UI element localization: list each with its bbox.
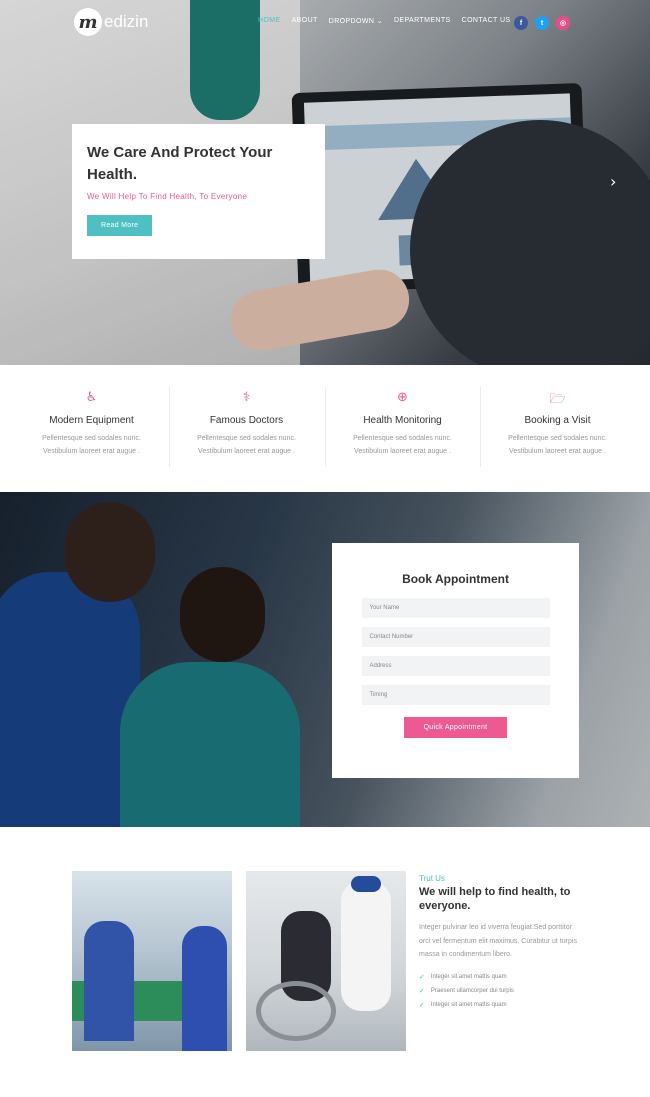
feature-text-line: Pellentesque sed sodales nunc. xyxy=(197,435,296,442)
photo-wheelchair xyxy=(256,981,336,1041)
feature-text-line: Vestibulum laoreet erat augue . xyxy=(43,448,140,455)
feature-text-line: Pellentesque sed sodales nunc. xyxy=(508,435,607,442)
list-item-text: Integer sit amet mattis quam xyxy=(430,973,507,980)
nav-item-home[interactable]: HOME xyxy=(258,17,281,25)
facebook-icon[interactable]: f xyxy=(514,16,528,30)
feature-text-line: Vestibulum laoreet erat augue . xyxy=(354,448,451,455)
feature-text: Pellentesque sed sodales nunc. Vestibulum… xyxy=(325,432,480,458)
quick-appointment-button[interactable]: Quick Appointment xyxy=(404,717,507,738)
feature-text: Pellentesque sed sodales nunc. Vestibulum… xyxy=(480,432,635,458)
timing-field[interactable]: Timing xyxy=(361,685,550,705)
feature-title: Booking a Visit xyxy=(524,415,591,426)
feature-text-line: Vestibulum laoreet erat augue . xyxy=(198,448,295,455)
surgery-photo xyxy=(72,871,232,1051)
hero-title: We Care And Protect Your Health. xyxy=(87,144,273,183)
photo-surgeon xyxy=(84,921,134,1041)
list-item: ✓ Praesent ullamcorper dui turpis xyxy=(419,984,579,998)
appointment-form: Book Appointment Your Name Contact Numbe… xyxy=(332,543,579,778)
feature-text: Pellentesque sed sodales nunc. Vestibulum… xyxy=(169,432,324,458)
nav-item-departments[interactable]: DEPARTMENTS xyxy=(394,17,451,25)
social-links: f t ◎ xyxy=(514,16,577,30)
feature-text-line: Pellentesque sed sodales nunc. xyxy=(353,435,452,442)
logo-mark: m xyxy=(74,8,102,36)
logo-text: edizin xyxy=(104,12,149,31)
photo-nurse-cap xyxy=(351,876,381,892)
feature-text-line: Vestibulum laoreet erat augue . xyxy=(509,448,606,455)
chevron-right-icon[interactable]: › xyxy=(610,172,616,191)
hero-card: We Care And Protect Your Health. We Will… xyxy=(72,124,325,259)
nav-item-contact-us[interactable]: CONTACT US xyxy=(462,17,511,25)
twitter-icon[interactable]: t xyxy=(535,16,549,30)
feature-modern-equipment: ♿ Modern Equipment Pellentesque sed soda… xyxy=(14,390,169,458)
features-section: ♿ Modern Equipment Pellentesque sed soda… xyxy=(0,365,650,492)
address-field[interactable]: Address xyxy=(361,656,550,676)
feature-health-monitoring: ⊕ Health Monitoring Pellentesque sed sod… xyxy=(325,390,480,458)
nav-item-dropdown[interactable]: DROPDOWN ⌄ xyxy=(329,17,383,25)
contact-number-field[interactable]: Contact Number xyxy=(361,627,550,647)
about-eyebrow: Trut Us xyxy=(419,874,445,883)
check-icon: ✓ xyxy=(419,987,425,995)
dribbble-icon[interactable]: ◎ xyxy=(556,16,570,30)
patient-care-photo xyxy=(246,871,406,1051)
hero-section: m edizin HOME ABOUT DROPDOWN ⌄ DEPARTMEN… xyxy=(0,0,650,365)
chevron-down-icon: ⌄ xyxy=(376,18,383,25)
read-more-button[interactable]: Read More xyxy=(87,215,153,236)
about-text: Trut Us We will help to find health, to … xyxy=(419,874,579,1012)
about-section: Trut Us We will help to find health, to … xyxy=(0,827,650,1097)
appointment-title: Book Appointment xyxy=(402,572,509,586)
list-item-text: Integer sit amet mattis quam xyxy=(430,1001,507,1008)
feature-text: Pellentesque sed sodales nunc. Vestibulum… xyxy=(14,432,169,458)
photo-nurse xyxy=(341,881,391,1011)
feature-text-line: Pellentesque sed sodales nunc. xyxy=(42,435,141,442)
wheelchair-icon: ♿ xyxy=(85,390,98,405)
list-item-text: Praesent ullamcorper dui turpis xyxy=(430,987,514,994)
feature-booking-a-visit: 🗁 Booking a Visit Pellentesque sed sodal… xyxy=(480,390,635,458)
about-title: We will help to find health, to everyone… xyxy=(419,886,571,912)
name-field[interactable]: Your Name xyxy=(361,598,550,618)
photo-nurse xyxy=(182,926,227,1051)
check-icon: ✓ xyxy=(419,1001,425,1009)
about-body: Integer pulvinar leo id viverra feugiat.… xyxy=(419,924,577,958)
nav-item-about[interactable]: ABOUT xyxy=(292,17,318,25)
check-icon: ✓ xyxy=(419,973,425,981)
logo[interactable]: m edizin xyxy=(74,8,148,36)
main-nav: m edizin HOME ABOUT DROPDOWN ⌄ DEPARTMEN… xyxy=(0,0,650,44)
feature-title: Famous Doctors xyxy=(209,415,284,426)
feature-famous-doctors: ⚕ Famous Doctors Pellentesque sed sodale… xyxy=(169,390,324,458)
list-item: ✓ Integer sit amet mattis quam xyxy=(419,970,579,984)
nav-menu: HOME ABOUT DROPDOWN ⌄ DEPARTMENTS CONTAC… xyxy=(258,17,521,25)
hero-subtitle: We Will Help To Find Health, To Everyone xyxy=(87,192,248,201)
nav-item-dropdown-label: DROPDOWN xyxy=(328,18,375,25)
doctor-icon: ⚕ xyxy=(242,390,251,405)
lifebuoy-icon: ⊕ xyxy=(397,390,408,405)
list-item: ✓ Integer sit amet mattis quam xyxy=(419,998,579,1012)
feature-title: Health Monitoring xyxy=(363,415,442,426)
about-checklist: ✓ Integer sit amet mattis quam ✓ Praesent … xyxy=(419,970,579,1012)
feature-title: Modern Equipment xyxy=(49,415,134,426)
folder-open-icon: 🗁 xyxy=(549,392,566,407)
